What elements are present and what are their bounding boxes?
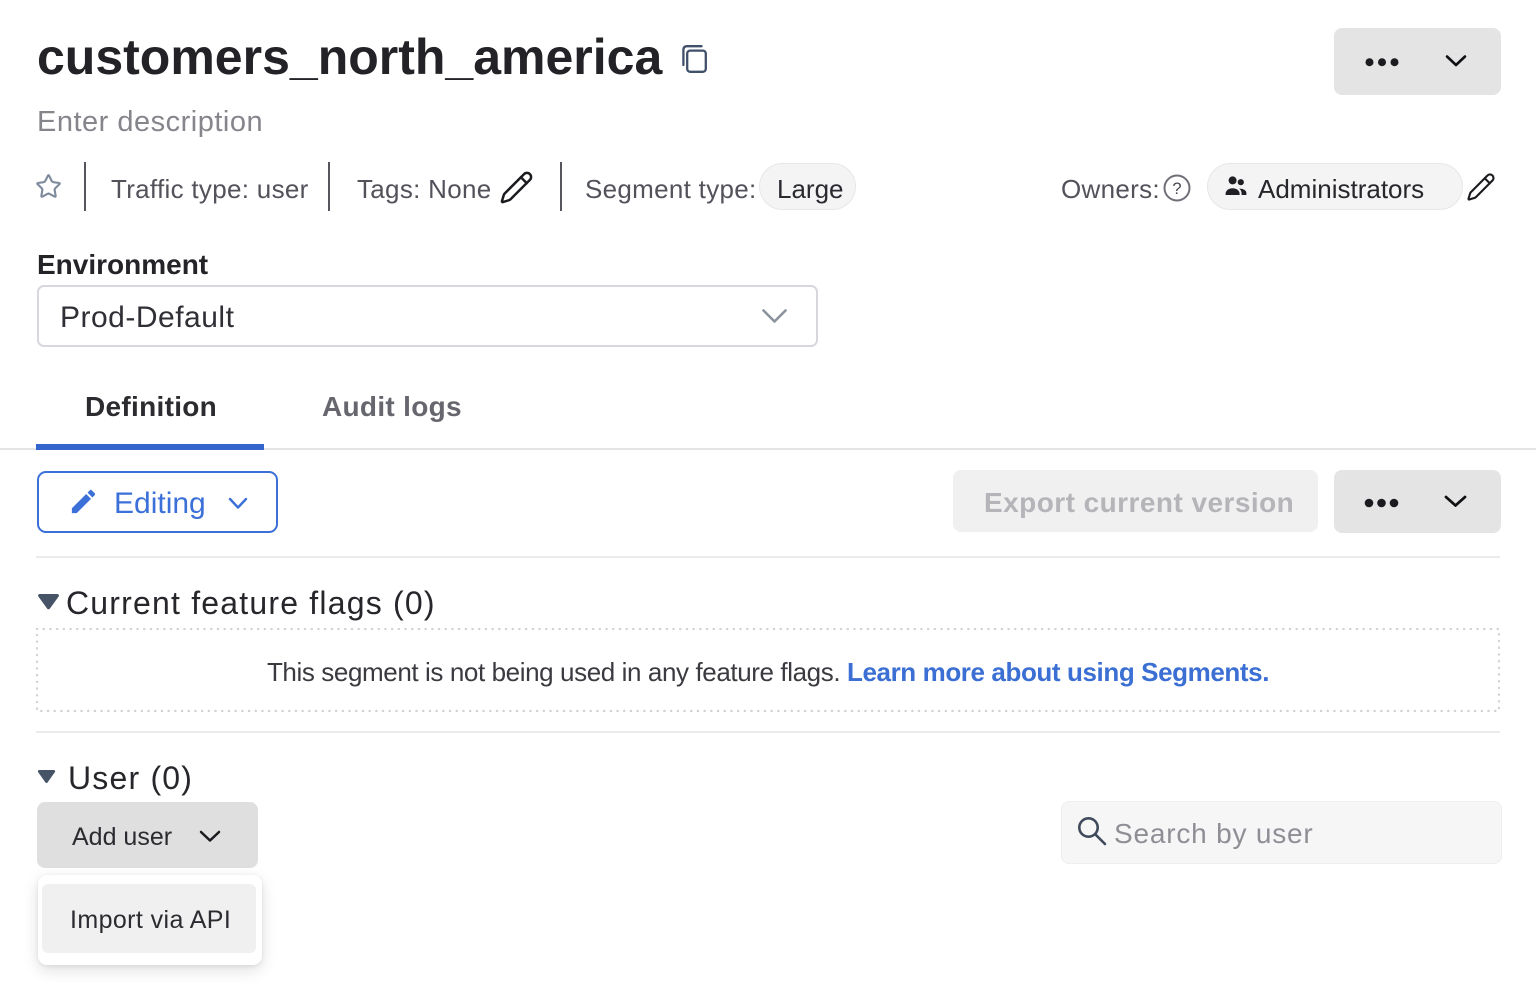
svg-text:?: ? [1172,180,1181,198]
